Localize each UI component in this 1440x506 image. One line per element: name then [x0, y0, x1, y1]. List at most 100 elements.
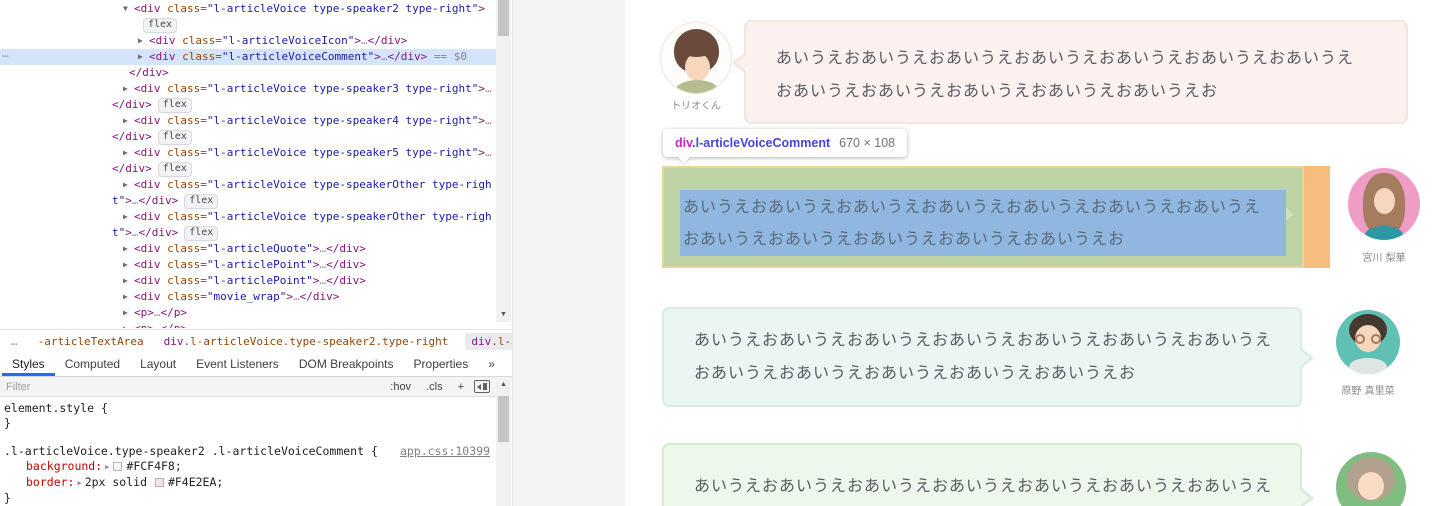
elements-tree-pane: ▼ <div class="l-articleVoice type-speaker… [0, 0, 512, 328]
highlight-content-overlay: あいうえおあいうえおあいうえおあいうえおあいうえおあいうえおあいうえ おあいうえ… [680, 190, 1286, 256]
expand-icon[interactable]: ▶ [123, 177, 134, 193]
devtools-panel: ▼ <div class="l-articleVoice type-speaker… [0, 0, 512, 506]
speaker-name: トリオくん [671, 101, 721, 112]
expand-icon[interactable]: ▶ [138, 33, 149, 49]
expand-icon[interactable]: ▶ [123, 81, 134, 97]
expand-icon[interactable]: ▶ [123, 321, 134, 328]
open-brace: { [370, 444, 378, 458]
bubble-text-line: あいうえおあいうえおあいうえおあいうえおあいうえおあいうえおあいうえ [776, 48, 1355, 67]
tree-row[interactable]: flex [0, 17, 496, 33]
expand-icon[interactable]: ▶ [123, 289, 134, 305]
scroll-up-icon[interactable]: ▲ [496, 377, 511, 392]
avatar-speaker-2 [1348, 168, 1420, 240]
bubble-text-line: おあいうえおあいうえおあいうえおあいうえおあいうえお [694, 363, 1137, 382]
tab-overflow[interactable]: » [478, 352, 505, 376]
css-property-name[interactable]: border: [26, 475, 74, 489]
tree-row[interactable]: ▶ <div class="l-articleVoiceIcon">…</div> [0, 33, 496, 49]
sidebar-toggle-icon[interactable] [474, 380, 490, 393]
breadcrumb-item[interactable]: div.l-articleVoiceComment [465, 332, 512, 350]
tree-row[interactable]: ▶ <div class="l-articleVoice type-speaker… [0, 209, 496, 225]
css-property-value[interactable]: #FCF4F8; [126, 459, 181, 473]
expand-icon[interactable]: ▶ [138, 49, 149, 65]
tree-row[interactable]: </div> flex [0, 129, 496, 145]
tree-row[interactable]: ▼ <div class="l-articleVoice type-speaker… [0, 1, 496, 17]
css-property-value[interactable]: #F4E2EA; [168, 475, 223, 489]
expand-icon[interactable]: ▶ [123, 145, 134, 161]
speech-bubble-speaker-3: あいうえおあいうえおあいうえおあいうえおあいうえおあいうえおあいうえ おあいうえ… [662, 307, 1314, 407]
tree-row[interactable]: ▶ <div class="l-articleQuote">…</div> [0, 241, 496, 257]
scrollbar-thumb[interactable] [498, 396, 509, 442]
flex-badge[interactable]: flex [184, 194, 219, 209]
styles-scrollbar[interactable]: ▲ [496, 377, 511, 506]
tree-row[interactable]: </div> flex [0, 161, 496, 177]
tree-row[interactable]: ▶ <div class="l-articlePoint">…</div> [0, 257, 496, 273]
expand-icon[interactable]: ▶ [123, 113, 134, 129]
tree-row[interactable]: </div> [0, 65, 496, 81]
glasses-icon [1371, 334, 1381, 344]
expand-icon[interactable]: ▶ [123, 257, 134, 273]
inline-style-selector[interactable]: element.style [4, 401, 94, 415]
expand-icon[interactable]: ▶ [123, 241, 134, 257]
css-property[interactable]: background: ▶ #FCF4F8; [4, 459, 490, 475]
new-style-rule[interactable]: + [458, 381, 464, 393]
breadcrumb: … -articleTextArea div.l-articleVoice.type… [0, 329, 512, 352]
flex-badge[interactable]: flex [143, 18, 178, 33]
color-swatch-icon[interactable] [154, 478, 164, 487]
flex-badge[interactable]: flex [157, 162, 192, 177]
flex-badge[interactable]: flex [157, 98, 192, 113]
glasses-icon [1355, 334, 1365, 344]
expand-icon[interactable]: ▶ [123, 305, 134, 321]
tab-properties[interactable]: Properties [404, 352, 479, 376]
tree-row[interactable]: ▶<p>…</p> [0, 321, 496, 328]
close-brace: } [4, 491, 11, 505]
tree-row[interactable]: </div> flex [0, 97, 496, 113]
tree-row[interactable]: ▶ <div class="l-articleVoice type-speaker… [0, 113, 496, 129]
css-property[interactable]: border: ▶ 2px solid #F4E2EA; [4, 475, 490, 491]
avatar-speaker-3 [1336, 310, 1400, 374]
tab-dom-breakpoints[interactable]: DOM Breakpoints [289, 352, 404, 376]
tree-row[interactable]: ▶<p>…</p> [0, 305, 496, 321]
tree-row[interactable]: ▶ <div class="l-articleVoice type-speaker… [0, 81, 496, 97]
bubble-text-line: おあいうえおあいうえおあいうえおあいうえおあいうえお [683, 229, 1126, 248]
color-swatch-icon[interactable] [113, 462, 123, 471]
bubble-text-line: あいうえおあいうえおあいうえおあいうえおあいうえおあいうえおあいうえ [683, 197, 1262, 216]
tree-row[interactable]: t">…</div> flex [0, 193, 496, 209]
css-property-value[interactable]: 2px solid [85, 475, 154, 489]
tree-row[interactable]: ▶ <div class="movie_wrap">…</div> [0, 289, 496, 305]
css-source-link[interactable]: app.css:10399 [400, 444, 490, 459]
pseudo-state-toggle[interactable]: :hov [390, 381, 411, 393]
expand-icon[interactable]: ▶ [105, 463, 109, 471]
expand-icon[interactable]: ▶ [123, 209, 134, 225]
elements-scrollbar[interactable]: ▼ [496, 0, 511, 322]
breadcrumb-item[interactable]: div.l-articleVoice.type-speaker2.type-ri… [161, 333, 452, 350]
tooltip-class: .l-articleVoiceComment [692, 136, 831, 150]
avatar-shirt [1349, 358, 1387, 374]
css-property-name[interactable]: background: [26, 459, 102, 473]
flex-badge[interactable]: flex [157, 130, 192, 145]
scrollbar-thumb[interactable] [498, 0, 509, 36]
tree-row[interactable]: ▶ <div class="l-articleVoice type-speaker… [0, 177, 496, 193]
breadcrumb-item[interactable]: … [8, 333, 21, 350]
tree-row[interactable]: ▶ <div class="l-articleVoice type-speaker… [0, 145, 496, 161]
tab-layout[interactable]: Layout [130, 352, 186, 376]
highlight-margin-overlay [1304, 166, 1330, 268]
tree-row[interactable]: … ▶ <div class="l-articleVoiceComment">…</… [0, 47, 496, 65]
tab-styles[interactable]: Styles [2, 352, 55, 376]
collapse-icon[interactable]: ▼ [123, 1, 134, 17]
expand-icon[interactable]: ▶ [77, 479, 81, 487]
tab-computed[interactable]: Computed [55, 352, 130, 376]
tree-row[interactable]: ▶ <div class="l-articlePoint">…</div> [0, 273, 496, 289]
tab-event-listeners[interactable]: Event Listeners [186, 352, 289, 376]
filter-chips: :hov .cls + [390, 381, 474, 393]
styles-filter-input[interactable] [6, 380, 206, 393]
css-rule-selector[interactable]: .l-articleVoice.type-speaker2 .l-article… [4, 444, 364, 458]
tree-row[interactable]: t">…</div> flex [0, 225, 496, 241]
avatar-face [1358, 472, 1384, 500]
bubble-text-line: あいうえおあいうえおあいうえおあいうえおあいうえおあいうえおあいうえ [694, 476, 1273, 495]
expand-icon[interactable]: ▶ [123, 273, 134, 289]
flex-badge[interactable]: flex [184, 226, 219, 241]
styles-pane: element.style { } .l-articleVoice.type-s… [0, 397, 496, 506]
breadcrumb-item[interactable]: -articleTextArea [35, 333, 147, 350]
scroll-down-icon[interactable]: ▼ [496, 307, 511, 322]
element-classes-toggle[interactable]: .cls [426, 381, 443, 393]
